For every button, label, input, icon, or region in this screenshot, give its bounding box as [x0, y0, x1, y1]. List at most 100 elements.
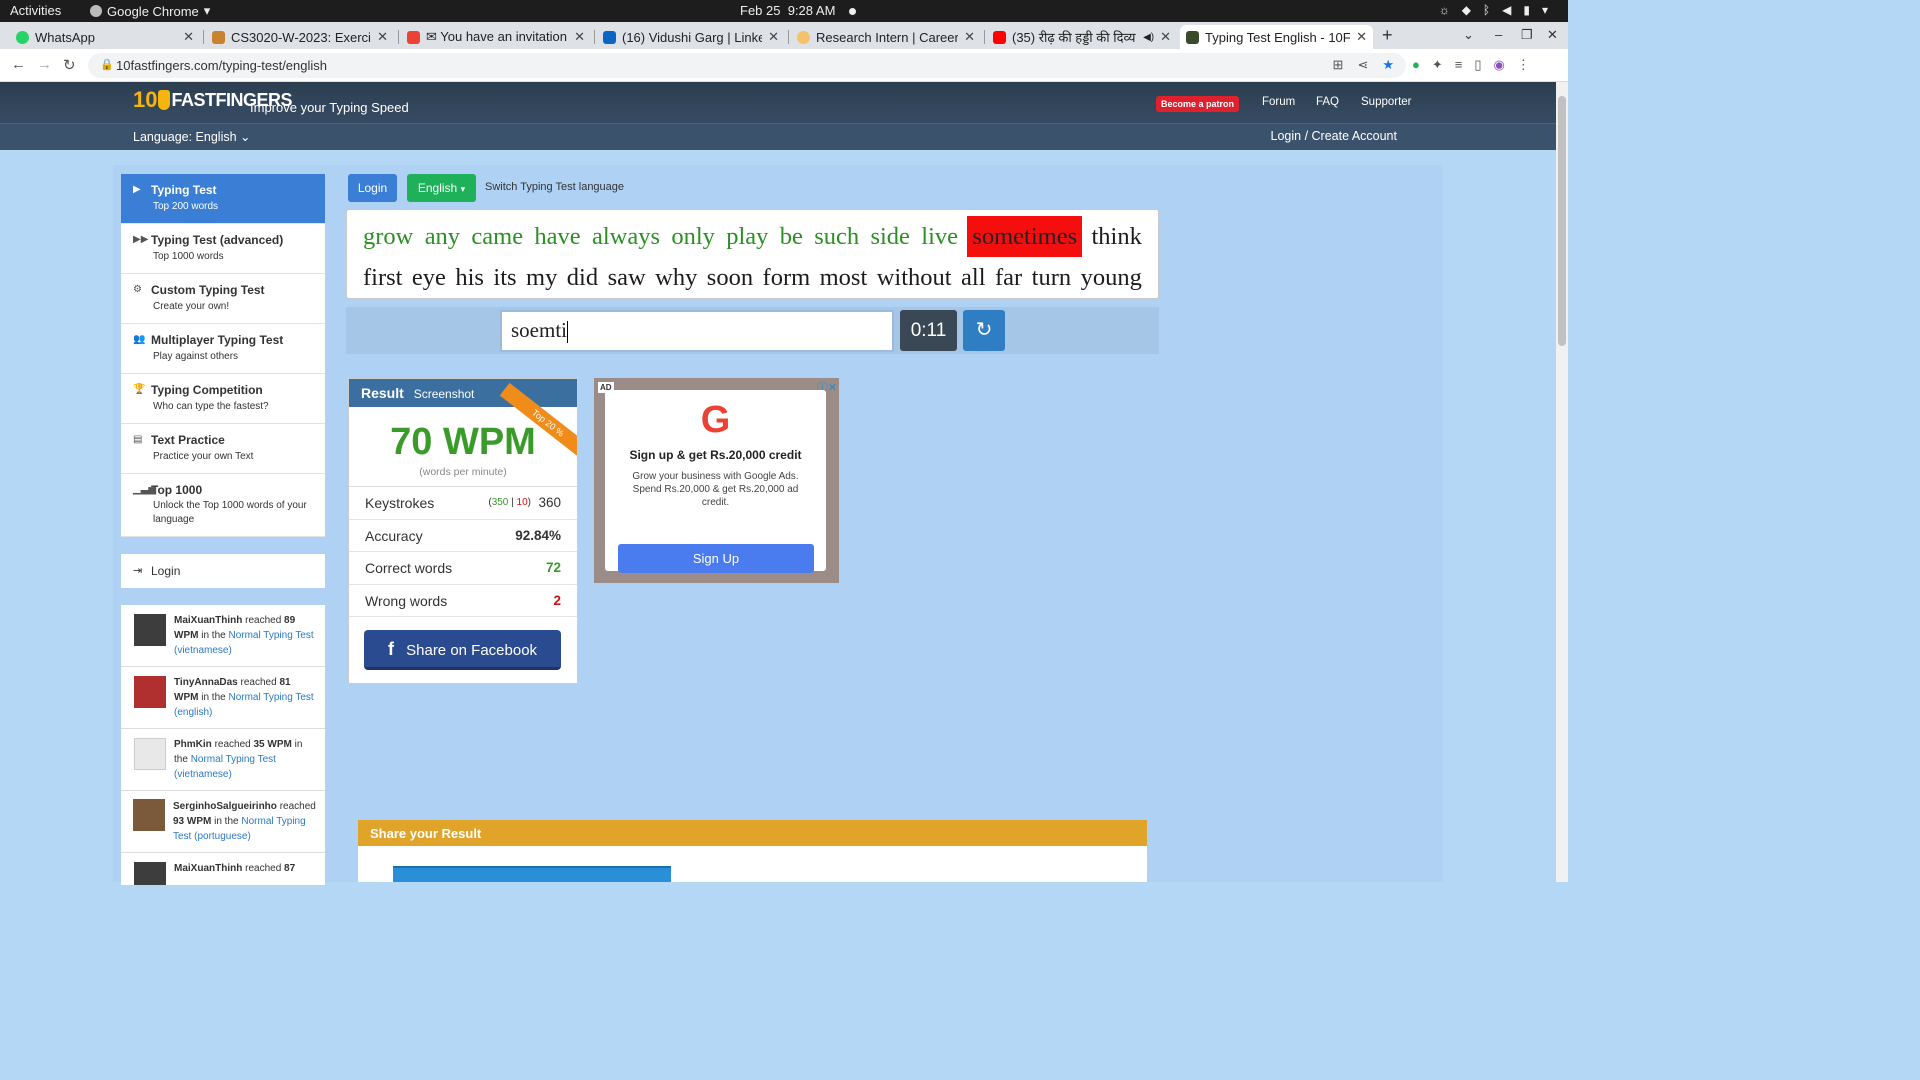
profile-avatar[interactable]: ◉	[1494, 57, 1505, 73]
typing-input-value: soemti	[511, 318, 567, 342]
activity-user[interactable]: SerginhoSalgueirinho	[173, 801, 277, 812]
translate-icon[interactable]: ⊞	[1333, 57, 1344, 73]
extension-green-icon[interactable]: ●	[1412, 57, 1420, 73]
close-icon[interactable]: ✕	[964, 29, 975, 45]
bar-chart-icon: ▁▃▅	[133, 484, 157, 495]
language-menu[interactable]: Language: English ⌄	[133, 129, 251, 144]
nav-forum[interactable]: Forum	[1262, 96, 1295, 108]
window-close-icon[interactable]: ✕	[1547, 27, 1558, 43]
login-create-account-link[interactable]: Login / Create Account	[1271, 129, 1397, 143]
close-icon[interactable]: ✕	[1356, 29, 1367, 45]
app-menu[interactable]: Google Chrome ▾	[90, 3, 210, 19]
result-header: Result Screenshot	[349, 379, 577, 407]
sidebar-item-text-practice[interactable]: ▤ Text Practice Practice your own Text	[121, 424, 325, 474]
nav-faq[interactable]: FAQ	[1316, 96, 1339, 108]
scrollbar-thumb[interactable]	[1558, 96, 1566, 346]
language-dropdown-button[interactable]: English ▾	[407, 174, 476, 202]
typed-word: play	[726, 223, 769, 250]
typing-input[interactable]: soemti	[500, 310, 894, 352]
tab-label: ✉ You have an invitation -	[426, 29, 569, 44]
close-icon[interactable]: ✕	[574, 29, 585, 45]
sidebar-item-subtitle: Top 200 words	[153, 201, 219, 212]
sidebar-item-competition[interactable]: 🏆 Typing Competition Who can type the fa…	[121, 374, 325, 424]
close-icon[interactable]: ✕	[183, 29, 194, 45]
speaker-icon[interactable]: ◀)	[1143, 32, 1154, 43]
reading-list-icon[interactable]: ≡	[1455, 57, 1463, 73]
tab-research-intern[interactable]: Research Intern | Career D ✕	[791, 25, 981, 49]
extensions-puzzle-icon[interactable]: ✦	[1432, 57, 1443, 73]
close-icon[interactable]: ✕	[768, 29, 779, 45]
chevron-down-icon: ⌄	[240, 130, 251, 144]
sidebar-item-custom-typing-test[interactable]: ⚙ Custom Typing Test Create your own!	[121, 274, 325, 324]
sidebar-login-label: Login	[151, 564, 181, 578]
ad-card: G Sign up & get Rs.20,000 credit Grow yo…	[605, 390, 826, 573]
clock[interactable]: Feb 25 9:28 AM	[740, 3, 857, 18]
tab-label: (35) रीढ़ की हड्डी की दिव्य श	[1012, 30, 1140, 45]
activity-verb: reached	[279, 801, 316, 812]
minimize-icon[interactable]: –	[1495, 27, 1502, 42]
tab-gmail[interactable]: ✉ You have an invitation - ✕	[401, 25, 591, 49]
tab-label: Research Intern | Career D	[816, 29, 959, 45]
tab-typing-test[interactable]: Typing Test English - 10Fa ✕	[1180, 25, 1373, 49]
activity-test-link[interactable]: Normal Typing Test (vietnamese)	[174, 754, 276, 780]
screenshot-link[interactable]: Screenshot	[414, 387, 475, 401]
avatar[interactable]	[134, 862, 166, 885]
restore-icon[interactable]: ❐	[1521, 27, 1533, 43]
avatar[interactable]	[133, 799, 165, 831]
share-facebook-button[interactable]: f Share on Facebook	[364, 630, 561, 670]
switch-language-label: Switch Typing Test language	[485, 181, 625, 193]
sidebar-item-typing-test-advanced[interactable]: ▶▶ Typing Test (advanced) Top 1000 words	[121, 224, 325, 274]
activity-user[interactable]: TinyAnnaDas	[174, 677, 238, 688]
page-scrollbar[interactable]	[1556, 82, 1568, 882]
wpm-caption: (words per minute)	[349, 466, 577, 487]
share-icon[interactable]: ⋖	[1357, 57, 1368, 73]
activity-wpm: 35 WPM	[253, 739, 292, 750]
close-icon[interactable]: ✕	[1160, 29, 1171, 45]
current-word: sometimes	[967, 216, 1083, 257]
sidebar-item-subtitle: Create your own!	[153, 301, 230, 312]
sidebar-item-top-1000[interactable]: ▁▃▅ Top 1000 Unlock the Top 1000 words o…	[121, 474, 325, 537]
sidebar-item-typing-test[interactable]: ▶ Typing Test Top 200 words	[121, 174, 325, 224]
activity-user[interactable]: MaiXuanThinh	[174, 615, 242, 626]
forward-arrow-icon[interactable]: →	[37, 56, 52, 73]
close-icon[interactable]: ✕	[377, 29, 388, 45]
sign-in-icon: ⇥	[133, 565, 143, 577]
sidebar-item-multiplayer[interactable]: 👥 Multiplayer Typing Test Play against o…	[121, 324, 325, 374]
back-arrow-icon[interactable]: ←	[11, 56, 26, 73]
become-patron-button[interactable]: Become a patron	[1156, 96, 1240, 112]
activity-in: in the	[214, 816, 239, 827]
career-site-icon	[797, 30, 810, 44]
avatar[interactable]	[134, 676, 166, 708]
ad-signup-button[interactable]: Sign Up	[618, 544, 814, 573]
login-button[interactable]: Login	[348, 174, 397, 202]
tab-search-chevron-icon[interactable]: ⌄	[1463, 27, 1474, 43]
countdown-timer: 0:11	[900, 310, 957, 351]
tab-whatsapp[interactable]: WhatsApp ✕	[10, 25, 200, 49]
activity-user[interactable]: MaiXuanThinh	[174, 863, 242, 874]
avatar[interactable]	[134, 738, 166, 770]
activity-user[interactable]: PhmKin	[174, 739, 212, 750]
accuracy-row: Accuracy 92.84%	[349, 520, 577, 552]
bookmark-star-icon[interactable]: ★	[1382, 57, 1394, 73]
browser-toolbar: ← → ↻ 🔒 10fastfingers.com/typing-test/en…	[0, 49, 1568, 82]
advertisement[interactable]: AD ⓘ✕ G Sign up & get Rs.20,000 credit G…	[594, 378, 839, 583]
activities-button[interactable]: Activities	[10, 3, 61, 18]
reload-icon[interactable]: ↻	[63, 56, 76, 74]
sidebar-item-title: Typing Test (advanced)	[151, 233, 284, 247]
list-item: MaiXuanThinh reached 87	[121, 853, 325, 885]
system-tray[interactable]: ☼ ◆ ᛒ ◀ ▮ ▾	[1439, 3, 1548, 17]
tab-linkedin[interactable]: (16) Vidushi Garg | Linked ✕	[597, 25, 785, 49]
new-tab-plus-icon[interactable]: +	[1382, 25, 1393, 46]
avatar[interactable]	[134, 614, 166, 646]
nav-supporter[interactable]: Supporter	[1361, 96, 1412, 108]
pending-word: turn	[1031, 264, 1072, 291]
pending-word: why	[655, 264, 698, 291]
tab-youtube[interactable]: (35) रीढ़ की हड्डी की दिव्य श ◀) ✕	[987, 25, 1177, 49]
pending-word: its	[493, 264, 517, 291]
chrome-menu-icon[interactable]: ⋮	[1517, 57, 1530, 73]
restart-button[interactable]: ↻	[963, 310, 1005, 351]
tab-cs3020[interactable]: CS3020-W-2023: Exercise S ✕	[206, 25, 394, 49]
side-panel-icon[interactable]: ▯	[1474, 57, 1481, 73]
sidebar-login[interactable]: ⇥ Login	[121, 554, 325, 588]
address-bar[interactable]: 🔒 10fastfingers.com/typing-test/english …	[88, 53, 1406, 78]
